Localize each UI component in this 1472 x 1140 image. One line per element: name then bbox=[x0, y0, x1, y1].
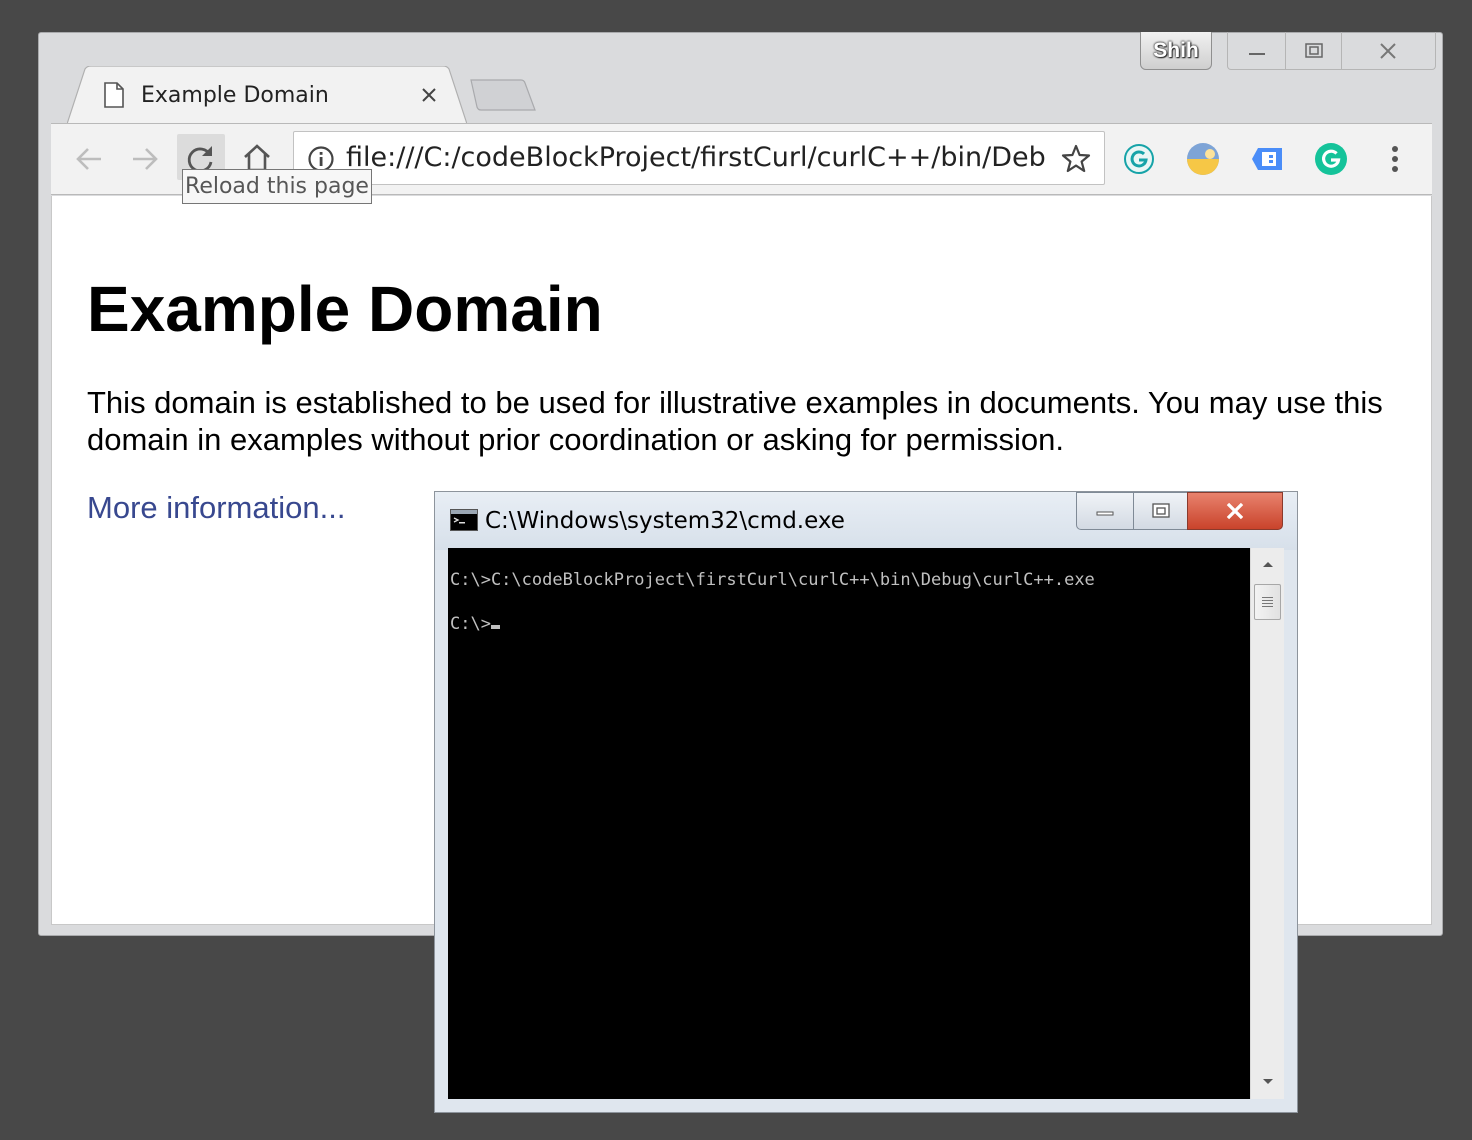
console-line: C:\>C:\codeBlockProject\firstCurl\curlC+… bbox=[450, 570, 1095, 590]
cmd-window-title: C:\Windows\system32\cmd.exe bbox=[485, 508, 845, 534]
grammarly-icon bbox=[1315, 143, 1347, 175]
grammarly-outline-icon bbox=[1124, 144, 1154, 174]
scroll-up-icon[interactable] bbox=[1262, 560, 1274, 568]
menu-button[interactable] bbox=[1377, 141, 1413, 177]
more-information-link[interactable]: More information... bbox=[87, 490, 345, 526]
restore-icon bbox=[1151, 503, 1170, 518]
close-icon bbox=[1380, 42, 1397, 59]
profile-name: Shih bbox=[1153, 38, 1199, 62]
extension-tab[interactable] bbox=[1249, 141, 1285, 177]
cmd-close-button[interactable] bbox=[1187, 492, 1283, 530]
profile-button[interactable]: Shih bbox=[1140, 32, 1212, 70]
extension-grammarly-outline[interactable] bbox=[1121, 141, 1157, 177]
tab-close-icon[interactable] bbox=[419, 85, 439, 105]
scroll-thumb[interactable] bbox=[1254, 584, 1281, 620]
cmd-restore-button[interactable] bbox=[1133, 492, 1187, 530]
tab-example-domain[interactable]: Example Domain bbox=[67, 66, 467, 124]
minimize-icon bbox=[1248, 52, 1265, 55]
cmd-minimize-button[interactable] bbox=[1076, 492, 1133, 530]
bookmark-star-icon[interactable] bbox=[1060, 143, 1092, 175]
console-scrollbar[interactable] bbox=[1250, 548, 1284, 1099]
cmd-window: C:\Windows\system32\cmd.exe C:\>C:\codeB… bbox=[434, 491, 1298, 1113]
console-prompt-line: C:\> bbox=[450, 614, 500, 634]
close-icon bbox=[1226, 502, 1244, 520]
new-tab-button[interactable] bbox=[467, 78, 537, 112]
minimize-button[interactable] bbox=[1228, 32, 1285, 69]
console-output[interactable]: C:\>C:\codeBlockProject\firstCurl\curlC+… bbox=[448, 548, 1250, 1099]
reload-tooltip: Reload this page bbox=[182, 169, 372, 204]
extension-weather[interactable] bbox=[1185, 141, 1221, 177]
tab-extension-icon bbox=[1252, 148, 1282, 170]
back-button[interactable] bbox=[71, 141, 107, 177]
scroll-down-icon[interactable] bbox=[1262, 1078, 1274, 1086]
close-window-button[interactable] bbox=[1340, 32, 1435, 69]
page-icon bbox=[104, 82, 124, 108]
restore-icon bbox=[1304, 42, 1323, 58]
more-vertical-icon bbox=[1392, 146, 1398, 172]
weather-extension-icon bbox=[1187, 143, 1219, 175]
page-paragraph: This domain is established to be used fo… bbox=[87, 385, 1383, 457]
text-cursor bbox=[490, 625, 500, 629]
forward-button[interactable] bbox=[127, 141, 163, 177]
arrow-right-icon bbox=[133, 148, 158, 170]
page-heading: Example Domain bbox=[87, 273, 603, 345]
console-icon bbox=[450, 509, 478, 531]
window-controls bbox=[1227, 32, 1436, 70]
console-prompt: C:\> bbox=[450, 614, 491, 634]
restore-button[interactable] bbox=[1285, 32, 1340, 69]
minimize-icon bbox=[1096, 511, 1114, 516]
tab-title: Example Domain bbox=[141, 83, 329, 108]
url-text: file:///C:/codeBlockProject/firstCurl/cu… bbox=[346, 142, 1046, 173]
address-bar[interactable]: file:///C:/codeBlockProject/firstCurl/cu… bbox=[293, 131, 1105, 185]
extension-grammarly[interactable] bbox=[1313, 141, 1349, 177]
arrow-left-icon bbox=[76, 148, 101, 170]
